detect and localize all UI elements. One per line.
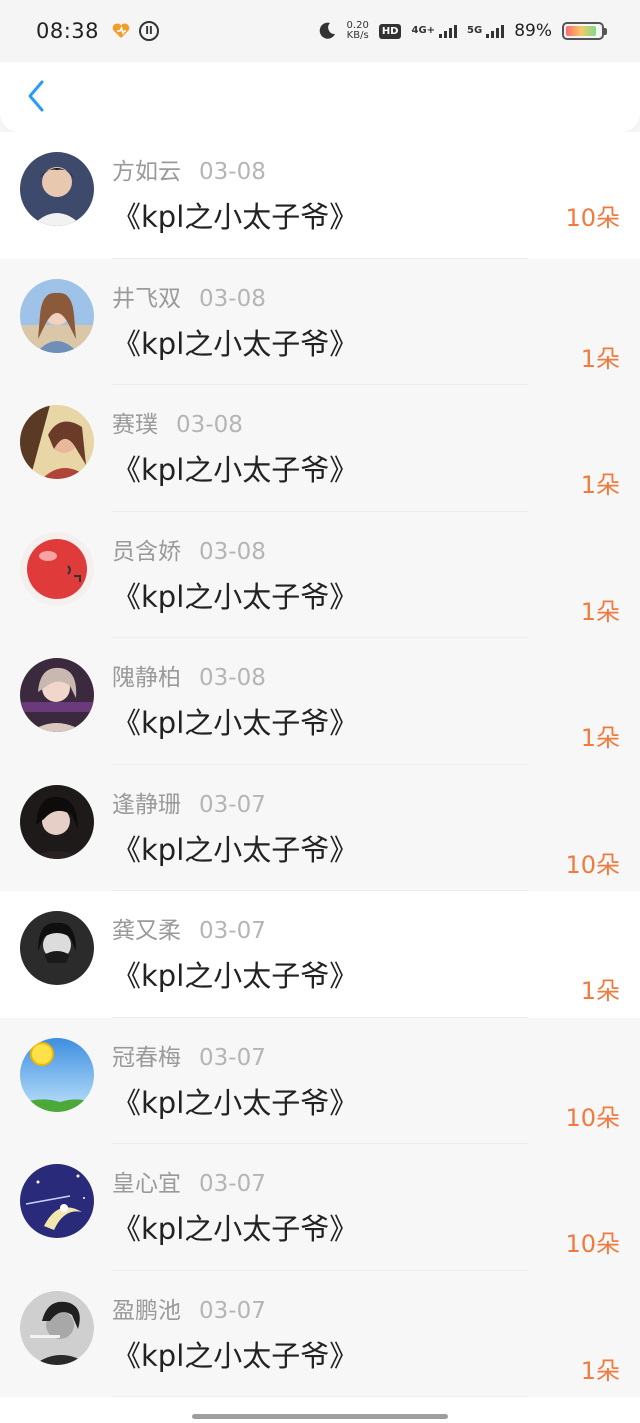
- network-type-label: 4G+: [411, 24, 436, 36]
- gift-date: 03-07: [199, 791, 266, 818]
- avatar: [20, 531, 94, 606]
- avatar: [20, 278, 94, 353]
- list-item[interactable]: 方如云 03-08 《kpl之小太子爷》 10朵: [0, 132, 640, 259]
- home-indicator[interactable]: [192, 1414, 448, 1419]
- sender-name: 井飞双: [112, 285, 181, 312]
- list-item[interactable]: 龚又柔 03-07 《kpl之小太子爷》 1朵: [0, 891, 640, 1018]
- avatar: [20, 784, 94, 859]
- avatar: [20, 405, 94, 479]
- battery-fill: [566, 26, 597, 36]
- list-item[interactable]: 冠春梅 03-07 《kpl之小太子爷》 10朵: [0, 1017, 640, 1144]
- gift-record-list: 方如云 03-08 《kpl之小太子爷》 10朵 井飞双 03-08 《kpl之小太…: [0, 132, 640, 1423]
- book-title: 《kpl之小太子爷》: [112, 1085, 359, 1120]
- book-title: 《kpl之小太子爷》: [112, 200, 359, 234]
- notification-circle-icon: ll: [139, 21, 160, 41]
- network-speed: 0.20 KB/s: [347, 21, 369, 41]
- book-title: 《kpl之小太子爷》: [112, 706, 359, 740]
- sender-line: 方如云 03-08: [112, 152, 266, 186]
- sender-line: 盈鹏池 03-07: [112, 1291, 266, 1325]
- gift-amount: 1朵: [580, 724, 620, 752]
- gift-amount: 1朵: [580, 977, 620, 1005]
- sender-name: 盈鹏池: [112, 1297, 181, 1324]
- sender-name: 隗静柏: [112, 665, 181, 691]
- gift-date: 03-07: [199, 918, 266, 944]
- sender-line: 隗静柏 03-08: [112, 658, 266, 692]
- sender-name: 逢静珊: [112, 791, 181, 818]
- gift-amount: 1朵: [580, 597, 620, 626]
- sender-line: 冠春梅 03-07: [112, 1038, 266, 1072]
- gift-date: 03-07: [199, 1171, 266, 1197]
- list-item[interactable]: 员含娇 03-08 《kpl之小太子爷》 1朵: [0, 511, 640, 638]
- battery-percent: 89%: [514, 21, 552, 41]
- gift-amount: 10朵: [565, 1103, 620, 1132]
- status-bar: 08:38 ll 0.20 KB/s HD 4G+ 5G 89%: [0, 0, 640, 62]
- gift-date: 03-08: [199, 159, 266, 185]
- list-item[interactable]: 逢静珊 03-07 《kpl之小太子爷》 10朵: [0, 764, 640, 891]
- sender-line: 井飞双 03-08: [112, 279, 266, 313]
- list-item[interactable]: 皇心宜 03-07 《kpl之小太子爷》 10朵: [0, 1144, 640, 1271]
- chevron-left-icon: [28, 80, 44, 112]
- list-item-partial[interactable]: [0, 1397, 640, 1423]
- gift-date: 03-08: [199, 538, 266, 565]
- avatar: [20, 1037, 94, 1112]
- book-title: 《kpl之小太子爷》: [112, 1338, 359, 1373]
- page-header: [0, 62, 640, 132]
- sender-name: 员含娇: [112, 538, 181, 565]
- list-item[interactable]: 井飞双 03-08 《kpl之小太子爷》 1朵: [0, 258, 640, 385]
- sender-line: 逢静珊 03-07: [112, 785, 266, 819]
- avatar: [20, 911, 94, 985]
- sender-name: 方如云: [112, 159, 181, 185]
- sender-line: 龚又柔 03-07: [112, 911, 266, 945]
- sender-name: 龚又柔: [112, 918, 181, 944]
- book-title: 《kpl之小太子爷》: [112, 832, 359, 867]
- gift-date: 03-07: [199, 1297, 266, 1324]
- network-speed-unit: KB/s: [346, 30, 369, 41]
- sender-name: 赛璞: [112, 412, 158, 438]
- back-button[interactable]: [20, 76, 52, 116]
- sender-line: 皇心宜 03-07: [112, 1164, 266, 1198]
- battery-icon: [562, 22, 607, 40]
- avatar: [20, 658, 94, 732]
- gift-date: 03-08: [199, 665, 266, 691]
- sender-name: 皇心宜: [112, 1171, 181, 1197]
- hd-badge: HD: [378, 23, 402, 39]
- sender-line: 员含娇 03-08: [112, 532, 266, 566]
- status-right-icons: 0.20 KB/s HD 4G+ 5G 89%: [317, 21, 607, 41]
- gift-amount: 10朵: [565, 204, 620, 232]
- book-title: 《kpl之小太子爷》: [112, 326, 359, 361]
- gift-amount: 10朵: [565, 850, 620, 879]
- avatar: [20, 1290, 94, 1365]
- list-item[interactable]: 赛璞 03-08 《kpl之小太子爷》 1朵: [0, 385, 640, 512]
- network-type-label-5g: 5G: [467, 24, 483, 36]
- status-left-icons: ll: [111, 21, 160, 41]
- avatar: [20, 1164, 94, 1238]
- book-title: 《kpl之小太子爷》: [112, 1212, 359, 1246]
- book-title: 《kpl之小太子爷》: [112, 453, 359, 487]
- heart-icon: [112, 23, 130, 38]
- avatar: [20, 152, 94, 226]
- signal-icon: 4G+: [411, 24, 458, 38]
- signal-5g-icon: 5G: [467, 24, 505, 38]
- gift-amount: 1朵: [580, 471, 620, 499]
- book-title: 《kpl之小太子爷》: [112, 959, 359, 993]
- book-title: 《kpl之小太子爷》: [112, 579, 359, 614]
- status-time: 08:38: [36, 19, 100, 43]
- gift-date: 03-07: [199, 1044, 266, 1071]
- list-item[interactable]: 隗静柏 03-08 《kpl之小太子爷》 1朵: [0, 638, 640, 765]
- gift-amount: 1朵: [580, 344, 620, 373]
- moon-icon: [319, 22, 335, 39]
- sender-name: 冠春梅: [112, 1044, 181, 1071]
- gift-date: 03-08: [176, 412, 243, 438]
- gift-date: 03-08: [199, 285, 266, 312]
- list-item[interactable]: 盈鹏池 03-07 《kpl之小太子爷》 1朵: [0, 1270, 640, 1397]
- gift-amount: 10朵: [565, 1230, 620, 1258]
- gift-amount: 1朵: [580, 1356, 620, 1385]
- sender-line: 赛璞 03-08: [112, 405, 243, 439]
